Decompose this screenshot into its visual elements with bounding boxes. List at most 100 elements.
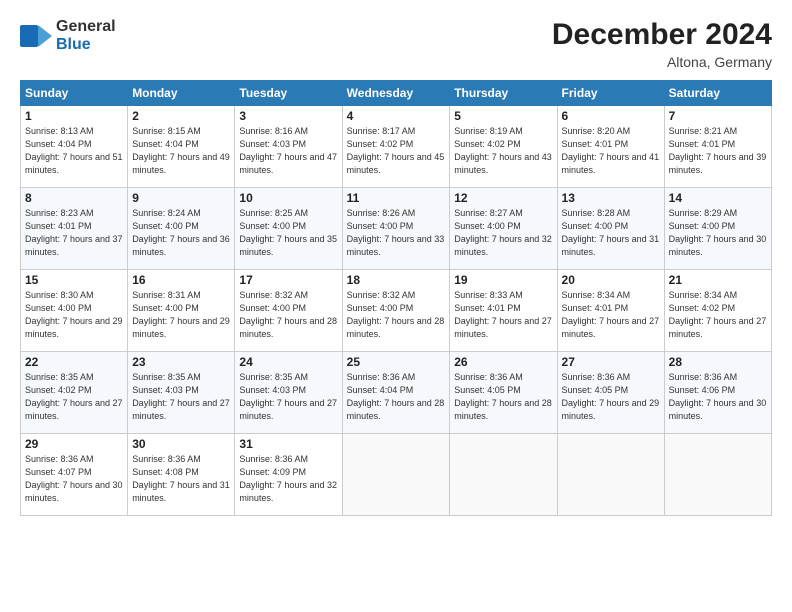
calendar-cell: 29 Sunrise: 8:36 AMSunset: 4:07 PMDayligh…: [21, 434, 128, 516]
calendar-week-1: 1Sunrise: 8:13 AMSunset: 4:04 PMDaylight…: [21, 106, 772, 188]
day-info: Sunrise: 8:25 AMSunset: 4:00 PMDaylight:…: [239, 207, 337, 259]
day-number: 13: [562, 191, 660, 205]
weekday-sunday: Sunday: [21, 81, 128, 106]
calendar-week-3: 15 Sunrise: 8:30 AMSunset: 4:00 PMDayligh…: [21, 270, 772, 352]
weekday-header-row: SundayMondayTuesdayWednesdayThursdayFrid…: [21, 81, 772, 106]
weekday-saturday: Saturday: [664, 81, 771, 106]
calendar-week-2: 8Sunrise: 8:23 AMSunset: 4:01 PMDaylight…: [21, 188, 772, 270]
day-number: 6: [562, 109, 660, 123]
calendar-cell: 30 Sunrise: 8:36 AMSunset: 4:08 PMDayligh…: [128, 434, 235, 516]
day-info: Sunrise: 8:30 AMSunset: 4:00 PMDaylight:…: [25, 289, 123, 341]
calendar-cell: 21 Sunrise: 8:34 AMSunset: 4:02 PMDayligh…: [664, 270, 771, 352]
calendar-week-4: 22 Sunrise: 8:35 AMSunset: 4:02 PMDayligh…: [21, 352, 772, 434]
day-number: 2: [132, 109, 230, 123]
day-number: 23: [132, 355, 230, 369]
day-info: Sunrise: 8:36 AMSunset: 4:05 PMDaylight:…: [454, 371, 552, 423]
day-number: 27: [562, 355, 660, 369]
calendar-cell: 16 Sunrise: 8:31 AMSunset: 4:00 PMDayligh…: [128, 270, 235, 352]
day-number: 15: [25, 273, 123, 287]
day-number: 5: [454, 109, 552, 123]
day-info: Sunrise: 8:35 AMSunset: 4:02 PMDaylight:…: [25, 371, 123, 423]
day-info: Sunrise: 8:24 AMSunset: 4:00 PMDaylight:…: [132, 207, 230, 259]
day-info: Sunrise: 8:36 AMSunset: 4:09 PMDaylight:…: [239, 453, 337, 505]
calendar-cell: 11 Sunrise: 8:26 AMSunset: 4:00 PMDayligh…: [342, 188, 450, 270]
day-number: 18: [347, 273, 446, 287]
day-info: Sunrise: 8:16 AMSunset: 4:03 PMDaylight:…: [239, 125, 337, 177]
title-block: December 2024 Altona, Germany: [552, 18, 772, 70]
calendar-cell: 25 Sunrise: 8:36 AMSunset: 4:04 PMDayligh…: [342, 352, 450, 434]
day-number: 30: [132, 437, 230, 451]
day-number: 7: [669, 109, 767, 123]
calendar-cell: 28 Sunrise: 8:36 AMSunset: 4:06 PMDayligh…: [664, 352, 771, 434]
logo-text-blue: Blue: [56, 36, 116, 54]
calendar-cell: 10 Sunrise: 8:25 AMSunset: 4:00 PMDayligh…: [235, 188, 342, 270]
day-number: 21: [669, 273, 767, 287]
day-number: 31: [239, 437, 337, 451]
logo: General Blue: [20, 18, 116, 53]
day-info: Sunrise: 8:26 AMSunset: 4:00 PMDaylight:…: [347, 207, 446, 259]
day-number: 14: [669, 191, 767, 205]
calendar-cell: 24Sunrise: 8:35 AMSunset: 4:03 PMDayligh…: [235, 352, 342, 434]
day-info: Sunrise: 8:36 AMSunset: 4:08 PMDaylight:…: [132, 453, 230, 505]
day-number: 3: [239, 109, 337, 123]
calendar-cell: 13Sunrise: 8:28 AMSunset: 4:00 PMDayligh…: [557, 188, 664, 270]
day-info: Sunrise: 8:17 AMSunset: 4:02 PMDaylight:…: [347, 125, 446, 177]
calendar-cell: 14 Sunrise: 8:29 AMSunset: 4:00 PMDayligh…: [664, 188, 771, 270]
calendar-cell: [450, 434, 557, 516]
calendar-body: 1Sunrise: 8:13 AMSunset: 4:04 PMDaylight…: [21, 106, 772, 516]
calendar-cell: 9Sunrise: 8:24 AMSunset: 4:00 PMDaylight…: [128, 188, 235, 270]
calendar-cell: 4 Sunrise: 8:17 AMSunset: 4:02 PMDaylight…: [342, 106, 450, 188]
location: Altona, Germany: [552, 54, 772, 70]
calendar-cell: 23Sunrise: 8:35 AMSunset: 4:03 PMDayligh…: [128, 352, 235, 434]
month-title: December 2024: [552, 18, 772, 52]
header: General Blue December 2024 Altona, Germa…: [20, 18, 772, 70]
day-number: 24: [239, 355, 337, 369]
day-number: 16: [132, 273, 230, 287]
calendar-cell: 8Sunrise: 8:23 AMSunset: 4:01 PMDaylight…: [21, 188, 128, 270]
day-number: 25: [347, 355, 446, 369]
calendar-cell: 1Sunrise: 8:13 AMSunset: 4:04 PMDaylight…: [21, 106, 128, 188]
day-number: 8: [25, 191, 123, 205]
day-info: Sunrise: 8:27 AMSunset: 4:00 PMDaylight:…: [454, 207, 552, 259]
day-number: 10: [239, 191, 337, 205]
day-info: Sunrise: 8:36 AMSunset: 4:04 PMDaylight:…: [347, 371, 446, 423]
weekday-wednesday: Wednesday: [342, 81, 450, 106]
day-info: Sunrise: 8:13 AMSunset: 4:04 PMDaylight:…: [25, 125, 123, 177]
calendar-cell: 2 Sunrise: 8:15 AMSunset: 4:04 PMDaylight…: [128, 106, 235, 188]
day-info: Sunrise: 8:36 AMSunset: 4:07 PMDaylight:…: [25, 453, 123, 505]
day-info: Sunrise: 8:29 AMSunset: 4:00 PMDaylight:…: [669, 207, 767, 259]
calendar-cell: [557, 434, 664, 516]
day-number: 28: [669, 355, 767, 369]
day-info: Sunrise: 8:20 AMSunset: 4:01 PMDaylight:…: [562, 125, 660, 177]
weekday-tuesday: Tuesday: [235, 81, 342, 106]
calendar-cell: 26Sunrise: 8:36 AMSunset: 4:05 PMDayligh…: [450, 352, 557, 434]
day-number: 4: [347, 109, 446, 123]
calendar-table: SundayMondayTuesdayWednesdayThursdayFrid…: [20, 80, 772, 516]
calendar-cell: 6 Sunrise: 8:20 AMSunset: 4:01 PMDaylight…: [557, 106, 664, 188]
day-info: Sunrise: 8:15 AMSunset: 4:04 PMDaylight:…: [132, 125, 230, 177]
day-number: 29: [25, 437, 123, 451]
day-number: 20: [562, 273, 660, 287]
day-info: Sunrise: 8:32 AMSunset: 4:00 PMDaylight:…: [239, 289, 337, 341]
day-info: Sunrise: 8:36 AMSunset: 4:06 PMDaylight:…: [669, 371, 767, 423]
logo-icon: [20, 25, 52, 47]
day-number: 19: [454, 273, 552, 287]
weekday-friday: Friday: [557, 81, 664, 106]
day-number: 22: [25, 355, 123, 369]
day-info: Sunrise: 8:31 AMSunset: 4:00 PMDaylight:…: [132, 289, 230, 341]
weekday-thursday: Thursday: [450, 81, 557, 106]
weekday-monday: Monday: [128, 81, 235, 106]
calendar-cell: [664, 434, 771, 516]
calendar-cell: 3 Sunrise: 8:16 AMSunset: 4:03 PMDaylight…: [235, 106, 342, 188]
calendar-cell: 7 Sunrise: 8:21 AMSunset: 4:01 PMDaylight…: [664, 106, 771, 188]
calendar-cell: 20Sunrise: 8:34 AMSunset: 4:01 PMDayligh…: [557, 270, 664, 352]
calendar-cell: 22 Sunrise: 8:35 AMSunset: 4:02 PMDayligh…: [21, 352, 128, 434]
day-number: 12: [454, 191, 552, 205]
day-info: Sunrise: 8:21 AMSunset: 4:01 PMDaylight:…: [669, 125, 767, 177]
calendar-cell: 17Sunrise: 8:32 AMSunset: 4:00 PMDayligh…: [235, 270, 342, 352]
calendar-cell: 31 Sunrise: 8:36 AMSunset: 4:09 PMDayligh…: [235, 434, 342, 516]
day-info: Sunrise: 8:34 AMSunset: 4:02 PMDaylight:…: [669, 289, 767, 341]
calendar-cell: 18Sunrise: 8:32 AMSunset: 4:00 PMDayligh…: [342, 270, 450, 352]
calendar-cell: [342, 434, 450, 516]
day-number: 11: [347, 191, 446, 205]
